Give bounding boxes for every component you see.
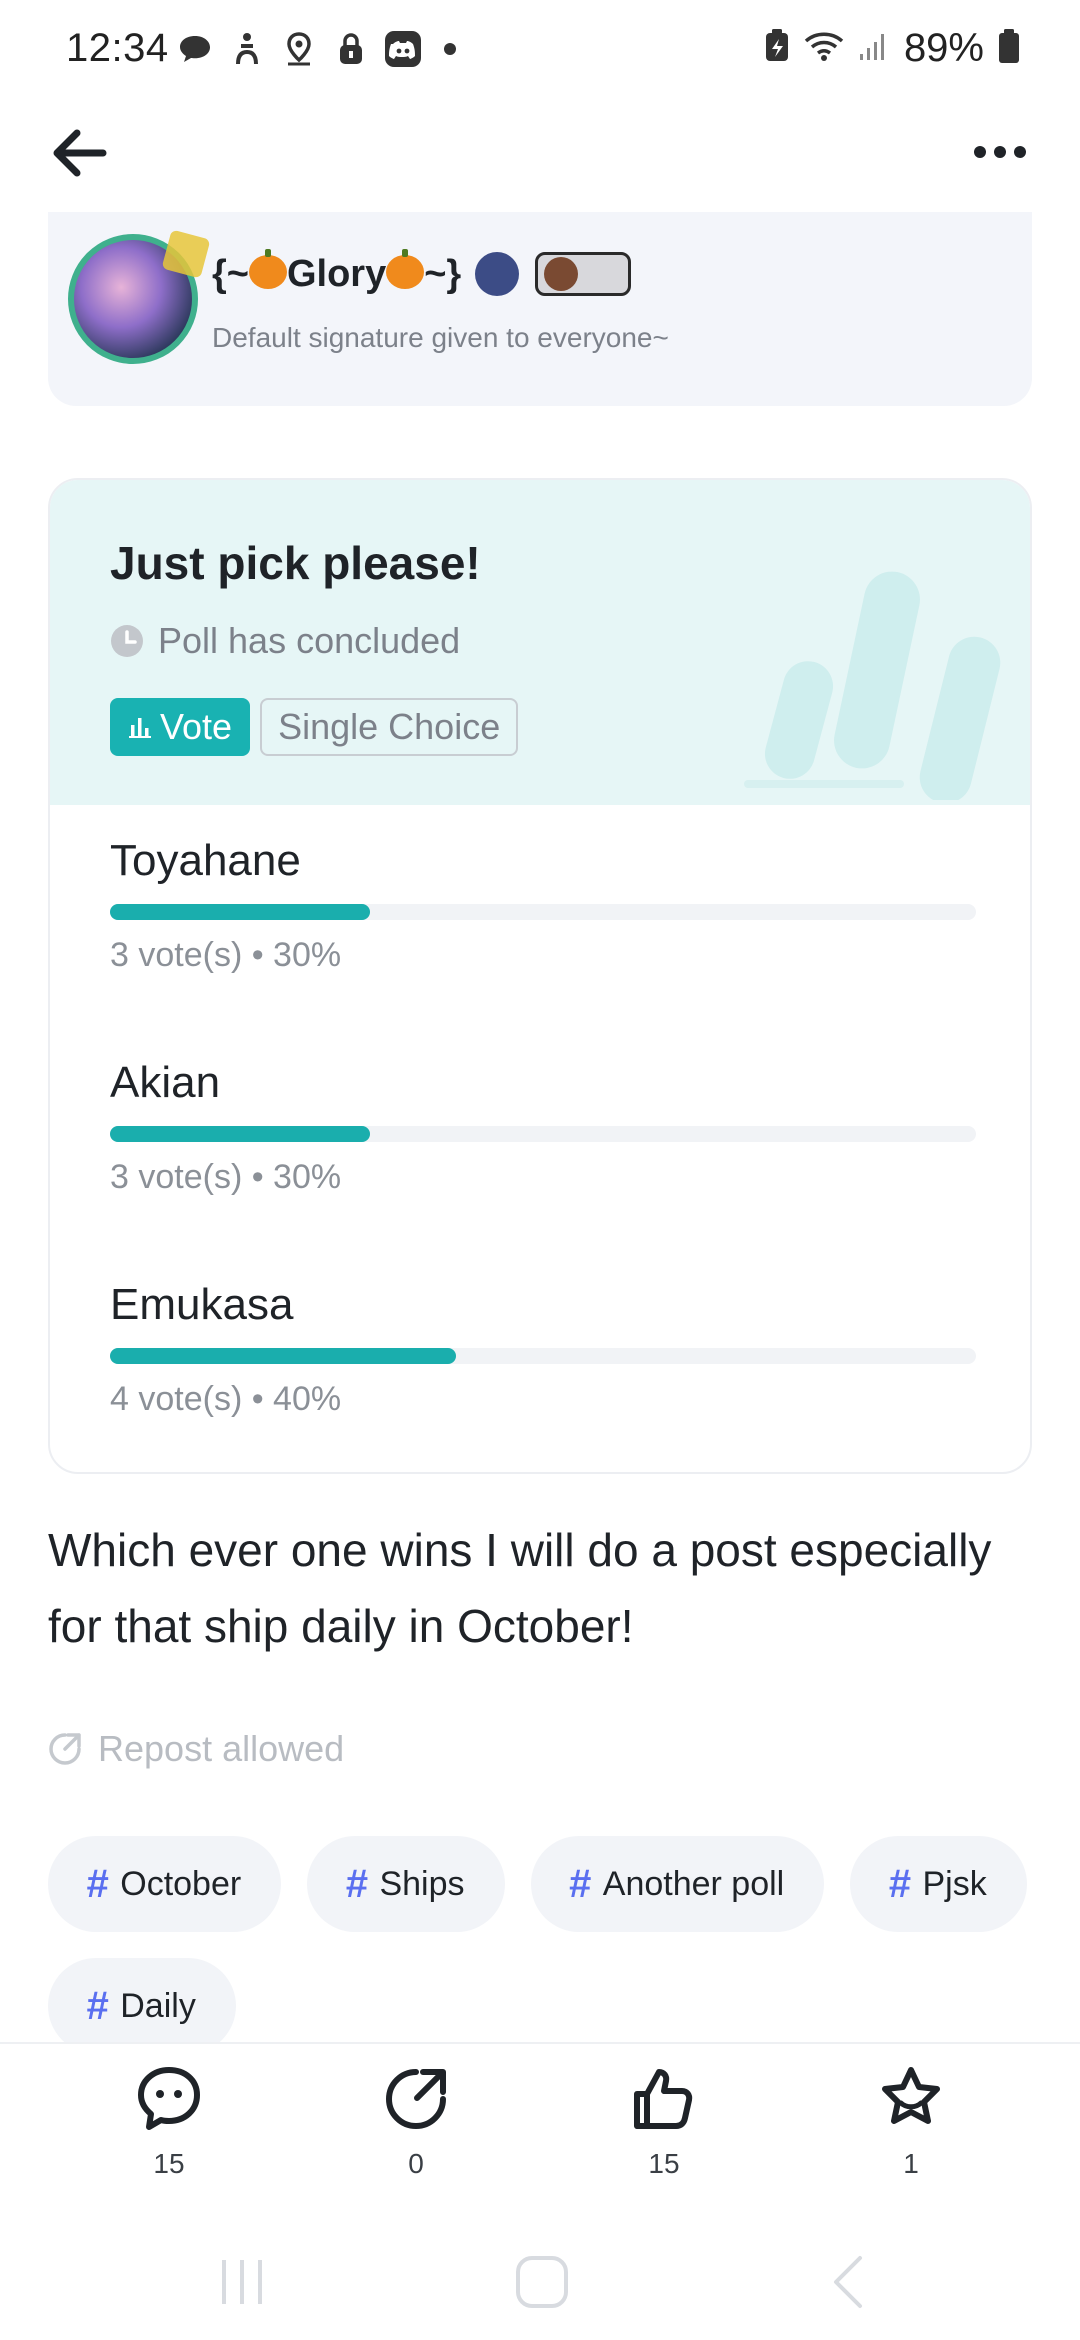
author-card[interactable]: {~ Glory ~} Default signature given to eve… [48, 212, 1032, 406]
poll-option-label: Akian [110, 1058, 221, 1107]
hashtag-list: # October # Ships # Another poll # Pjsk # Dai… [48, 1836, 1038, 2054]
poll-option: Toyahane 3 vote(s) • 30% [110, 836, 976, 975]
hash-icon: # [568, 1861, 591, 1906]
share-button[interactable]: 0 [356, 2064, 476, 2180]
hash-icon: # [345, 1861, 368, 1906]
hash-icon: # [888, 1861, 911, 1906]
poll-chart-decoration-icon [744, 571, 1001, 800]
notification-dot [444, 43, 456, 55]
like-button[interactable]: 15 [604, 2064, 724, 2180]
comment-icon [138, 2067, 200, 2130]
arrow-left-icon [53, 129, 107, 177]
poll-option-votes: 3 vote(s) • 30% [110, 936, 342, 974]
system-nav-bar [0, 2218, 1080, 2340]
pumpkin-icon [386, 249, 425, 290]
hashtag-chip[interactable]: # Daily [48, 1958, 236, 2054]
post-body: Which ever one wins I will do a post esp… [48, 1524, 992, 1652]
poll-option: Akian 3 vote(s) • 30% [110, 1058, 976, 1197]
repost-permission: Repost allowed [48, 1728, 344, 1770]
bar-chart-icon [129, 718, 151, 738]
hash-icon: # [86, 1983, 109, 2028]
discord-icon [384, 30, 422, 68]
poll-title: Just pick please! [110, 537, 481, 589]
author-name: {~ Glory ~} [212, 249, 462, 295]
hashtag-chip[interactable]: # October [48, 1836, 282, 1932]
poll-option-fill [110, 904, 370, 920]
home-button[interactable] [512, 2252, 572, 2312]
back-button[interactable] [44, 118, 114, 188]
post-action-bar: 15 0 15 1 [0, 2042, 1080, 2218]
hashtag-chip[interactable]: # Another poll [530, 1836, 825, 1932]
chevron-left-icon [834, 2256, 862, 2308]
home-icon [516, 2256, 568, 2308]
battery-percent: 89% [903, 26, 984, 70]
poll-option-votes: 4 vote(s) • 40% [110, 1380, 342, 1418]
poll-option-fill [110, 1348, 457, 1364]
comment-count: 15 [153, 2148, 185, 2179]
favorite-icon [882, 2067, 940, 2124]
hash-icon: # [86, 1861, 109, 1906]
share-icon [386, 2069, 446, 2129]
single-choice-tag: Single Choice [260, 698, 519, 756]
poll-option-label: Emukasa [110, 1280, 294, 1329]
share-count: 0 [408, 2148, 424, 2179]
hashtag-chip[interactable]: # Pjsk [850, 1836, 1027, 1932]
poll-tags: Vote Single Choice [110, 698, 519, 756]
pumpkin-icon [248, 249, 287, 290]
poll-card: Just pick please! Poll has concluded Vot… [48, 478, 1032, 1474]
app-bar [0, 100, 1080, 210]
vote-tag: Vote [110, 698, 251, 756]
poll-option-votes: 3 vote(s) • 30% [110, 1158, 342, 1196]
chat-icon [176, 30, 214, 68]
location-icon [280, 30, 318, 68]
wifi-icon [804, 30, 844, 67]
status-bar: 12:34 89% [0, 0, 1080, 100]
status-notification-icons [176, 30, 456, 68]
repost-icon [49, 1733, 81, 1765]
lock-icon [332, 30, 370, 68]
poll-option-track [110, 904, 976, 920]
poll-option-fill [110, 1126, 370, 1142]
clock-icon [111, 625, 143, 657]
comment-button[interactable]: 15 [109, 2064, 229, 2180]
accessibility-icon [228, 30, 266, 68]
avatar[interactable] [68, 234, 198, 364]
poll-option-track [110, 1348, 976, 1364]
status-system-icons: 89% [764, 26, 1020, 71]
poll-option-track [110, 1126, 976, 1142]
recent-apps-button[interactable] [212, 2252, 272, 2312]
poll-option: Emukasa 4 vote(s) • 40% [110, 1280, 976, 1419]
back-nav-button[interactable] [818, 2252, 878, 2312]
like-icon [634, 2069, 693, 2129]
more-horizontal-icon [974, 146, 986, 158]
more-options-button[interactable] [960, 122, 1040, 182]
author-name-row: {~ Glory ~} [212, 249, 632, 296]
author-signature: Default signature given to everyone~ [212, 322, 669, 353]
poll-option-label: Toyahane [110, 836, 301, 885]
frame-badge-icon [535, 252, 632, 296]
signal-icon [858, 30, 890, 67]
poll-status: Poll has concluded [110, 620, 460, 662]
battery-saver-icon [764, 29, 790, 68]
recent-apps-icon [222, 2260, 262, 2304]
hashtag-chip[interactable]: # Ships [307, 1836, 505, 1932]
favorite-count: 1 [903, 2148, 919, 2179]
poll-header: Just pick please! Poll has concluded Vot… [50, 480, 1030, 805]
status-time: 12:34 [66, 26, 169, 70]
battery-icon [998, 28, 1020, 69]
like-count: 15 [648, 2148, 680, 2179]
favorite-button[interactable]: 1 [851, 2064, 971, 2180]
title-badge-icon [475, 252, 520, 296]
